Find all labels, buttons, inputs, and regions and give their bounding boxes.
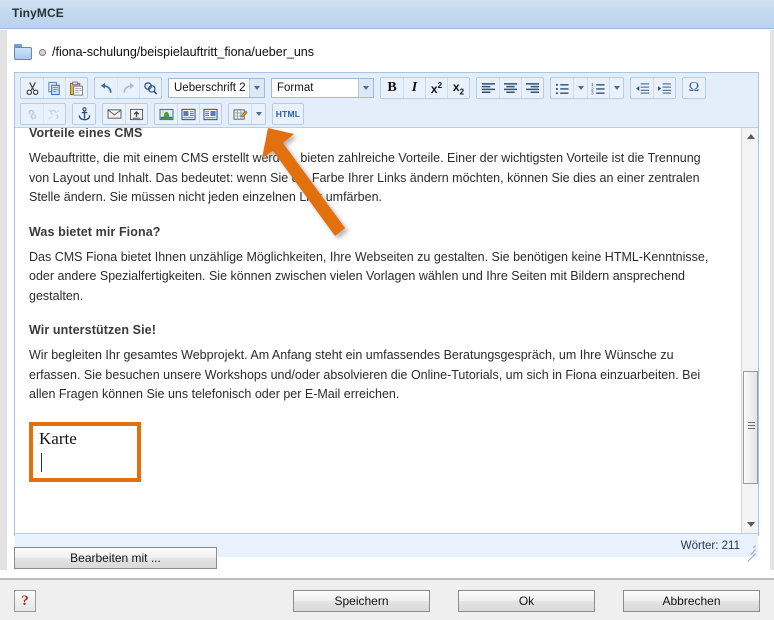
toolbar-group-clipboard — [20, 77, 88, 99]
align-left-icon[interactable] — [477, 78, 499, 98]
resize-grip-icon[interactable] — [743, 542, 756, 562]
content-paragraph: Wir begleiten Ihr gesamtes Webprojekt. A… — [29, 348, 701, 401]
toolbar-group-mail — [102, 103, 148, 125]
image-icon[interactable] — [155, 104, 177, 124]
editor-toolbars: Ueberschrift 2 Format B I x2 x2 1 2 3 Ω … — [15, 73, 758, 128]
toolbar-group-indent — [630, 77, 676, 99]
media-right-icon[interactable] — [199, 104, 221, 124]
editor-frame: Ueberschrift 2 Format B I x2 x2 1 2 3 Ω … — [14, 72, 759, 562]
table-options-icon[interactable] — [251, 104, 265, 124]
search-replace-icon[interactable] — [139, 78, 161, 98]
toolbar-group-specialchar: Ω — [682, 77, 706, 99]
table-icon[interactable] — [229, 104, 251, 124]
unlink-icon[interactable] — [43, 104, 65, 124]
edit-with-button[interactable]: Bearbeiten mit ... — [14, 547, 217, 569]
toolbar-row-1: Ueberschrift 2 Format B I x2 x2 1 2 3 Ω — [15, 73, 758, 101]
media-left-icon[interactable] — [177, 104, 199, 124]
bullet-list-icon[interactable] — [551, 78, 573, 98]
content-heading-clipped: Vorteile eines CMS — [29, 128, 143, 140]
toolbar-group-anchor — [72, 103, 96, 125]
folder-icon — [14, 44, 33, 60]
undo-icon[interactable] — [95, 78, 117, 98]
scroll-thumb[interactable] — [743, 371, 758, 484]
toolbar-group-textstyle: B I x2 x2 — [380, 77, 470, 99]
editor-content-area[interactable]: Vorteile eines CMS Webauftritte, die mit… — [15, 128, 758, 533]
toolbar-group-link — [20, 103, 66, 125]
scroll-up-icon[interactable] — [742, 128, 758, 145]
outdent-icon[interactable] — [631, 78, 653, 98]
toolbar-group-lists: 1 2 3 — [550, 77, 624, 99]
format-value: Format — [277, 82, 314, 94]
link-icon[interactable] — [21, 104, 43, 124]
block-format-value: Ueberschrift 2 — [174, 82, 246, 94]
align-center-icon[interactable] — [499, 78, 521, 98]
chevron-down-icon[interactable] — [249, 79, 264, 97]
content-heading: Wir unterstützen Sie! — [29, 323, 156, 337]
scroll-thumb-grip-icon — [748, 422, 755, 429]
breadcrumb-path: /fiona-schulung/beispielauftritt_fiona/u… — [52, 45, 314, 59]
toolbar-group-align — [476, 77, 544, 99]
ok-button[interactable]: Ok — [458, 590, 595, 612]
html-source-button[interactable]: HTML — [273, 104, 303, 124]
content-heading: Was bietet mir Fiona? — [29, 224, 161, 239]
numbered-list-icon[interactable]: 1 2 3 — [587, 78, 609, 98]
window-title: TinyMCE — [12, 6, 64, 20]
text-cursor — [41, 452, 42, 472]
content-paragraph: Das CMS Fiona bietet Ihnen unzählige Mög… — [29, 249, 709, 303]
numbered-list-options-icon[interactable] — [609, 78, 623, 98]
anchor-icon[interactable] — [73, 104, 95, 124]
scroll-down-icon[interactable] — [742, 516, 758, 533]
cut-icon[interactable] — [21, 78, 43, 98]
karte-placeholder-box[interactable]: Karte — [29, 421, 141, 482]
block-format-select[interactable]: Ueberschrift 2 — [168, 78, 265, 98]
breadcrumb-bullet-icon — [39, 48, 46, 56]
superscript-icon[interactable]: x2 — [425, 78, 447, 98]
content-paragraph: Webauftritte, die mit einem CMS erstellt… — [29, 151, 701, 204]
save-button[interactable]: Speichern — [293, 590, 430, 612]
toolbar-group-html: HTML — [272, 103, 304, 125]
toolbar-group-media — [154, 103, 222, 125]
redo-icon[interactable] — [117, 78, 139, 98]
karte-label: Karte — [39, 428, 77, 448]
bullet-list-options-icon[interactable] — [573, 78, 587, 98]
toolbar-row-2: HTML — [15, 101, 758, 127]
copy-icon[interactable] — [43, 78, 65, 98]
breadcrumb: /fiona-schulung/beispielauftritt_fiona/u… — [14, 41, 314, 63]
italic-icon[interactable]: I — [403, 78, 425, 98]
edit-with-row: Bearbeiten mit ... — [14, 547, 217, 569]
indent-icon[interactable] — [653, 78, 675, 98]
tinymce-dialog: TinyMCE /fiona-schulung/beispielauftritt… — [0, 0, 774, 620]
subscript-icon[interactable]: x2 — [447, 78, 469, 98]
dialog-footer: ? Speichern Ok Abbrechen — [0, 578, 774, 620]
chevron-down-icon[interactable] — [358, 79, 373, 97]
editor-document[interactable]: Vorteile eines CMS Webauftritte, die mit… — [15, 128, 735, 533]
format-select[interactable]: Format — [271, 78, 374, 98]
svg-text:3: 3 — [591, 90, 594, 94]
toolbar-group-table — [228, 103, 266, 125]
bold-icon[interactable]: B — [381, 78, 403, 98]
help-button[interactable]: ? — [14, 590, 36, 612]
special-char-icon[interactable]: Ω — [683, 78, 705, 98]
paste-icon[interactable] — [65, 78, 87, 98]
content-vertical-scrollbar[interactable] — [741, 128, 758, 533]
upload-icon[interactable] — [125, 104, 147, 124]
toolbar-group-history — [94, 77, 162, 99]
align-right-icon[interactable] — [521, 78, 543, 98]
window-titlebar: TinyMCE — [0, 0, 774, 29]
question-mark-icon: ? — [21, 592, 29, 609]
mail-icon[interactable] — [103, 104, 125, 124]
cancel-button[interactable]: Abbrechen — [623, 590, 760, 612]
